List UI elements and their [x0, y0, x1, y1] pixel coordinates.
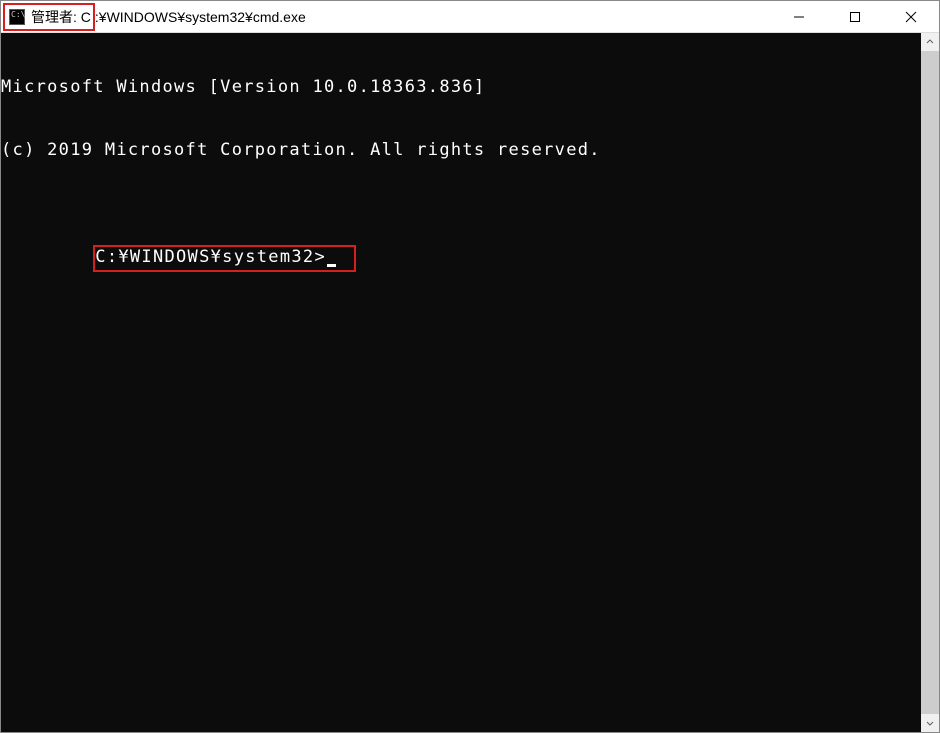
minimize-icon: [793, 11, 805, 23]
minimize-button[interactable]: [771, 1, 827, 32]
prompt-annotation-highlight: C:¥WINDOWS¥system32>: [93, 245, 356, 272]
vertical-scrollbar[interactable]: [921, 33, 939, 732]
title-annotation-highlight: C:\ 管理者: C: [3, 3, 95, 31]
cmd-icon: C:\: [9, 9, 25, 25]
window-controls: [771, 1, 939, 32]
terminal-output-line: Microsoft Windows [Version 10.0.18363.83…: [1, 77, 921, 98]
chevron-down-icon: [926, 719, 934, 727]
scrollbar-thumb[interactable]: [921, 51, 939, 714]
prompt-wrapper: C:¥WINDOWS¥system32>: [1, 224, 921, 293]
close-button[interactable]: [883, 1, 939, 32]
titlebar-left: C:\ 管理者: C :¥WINDOWS¥system32¥cmd.exe: [1, 1, 771, 32]
close-icon: [905, 11, 917, 23]
command-prompt-window: C:\ 管理者: C :¥WINDOWS¥system32¥cmd.exe: [0, 0, 940, 733]
window-title-highlighted: 管理者: C: [31, 7, 91, 27]
scroll-down-button[interactable]: [921, 714, 939, 732]
scroll-up-button[interactable]: [921, 33, 939, 51]
terminal-area[interactable]: Microsoft Windows [Version 10.0.18363.83…: [1, 33, 939, 732]
text-cursor: [327, 264, 336, 267]
terminal-content[interactable]: Microsoft Windows [Version 10.0.18363.83…: [1, 33, 921, 732]
window-title-remainder: :¥WINDOWS¥system32¥cmd.exe: [95, 9, 306, 25]
chevron-up-icon: [926, 38, 934, 46]
titlebar[interactable]: C:\ 管理者: C :¥WINDOWS¥system32¥cmd.exe: [1, 1, 939, 33]
maximize-icon: [849, 11, 861, 23]
terminal-prompt: C:¥WINDOWS¥system32>: [95, 247, 326, 267]
terminal-output-line: (c) 2019 Microsoft Corporation. All righ…: [1, 140, 921, 161]
maximize-button[interactable]: [827, 1, 883, 32]
